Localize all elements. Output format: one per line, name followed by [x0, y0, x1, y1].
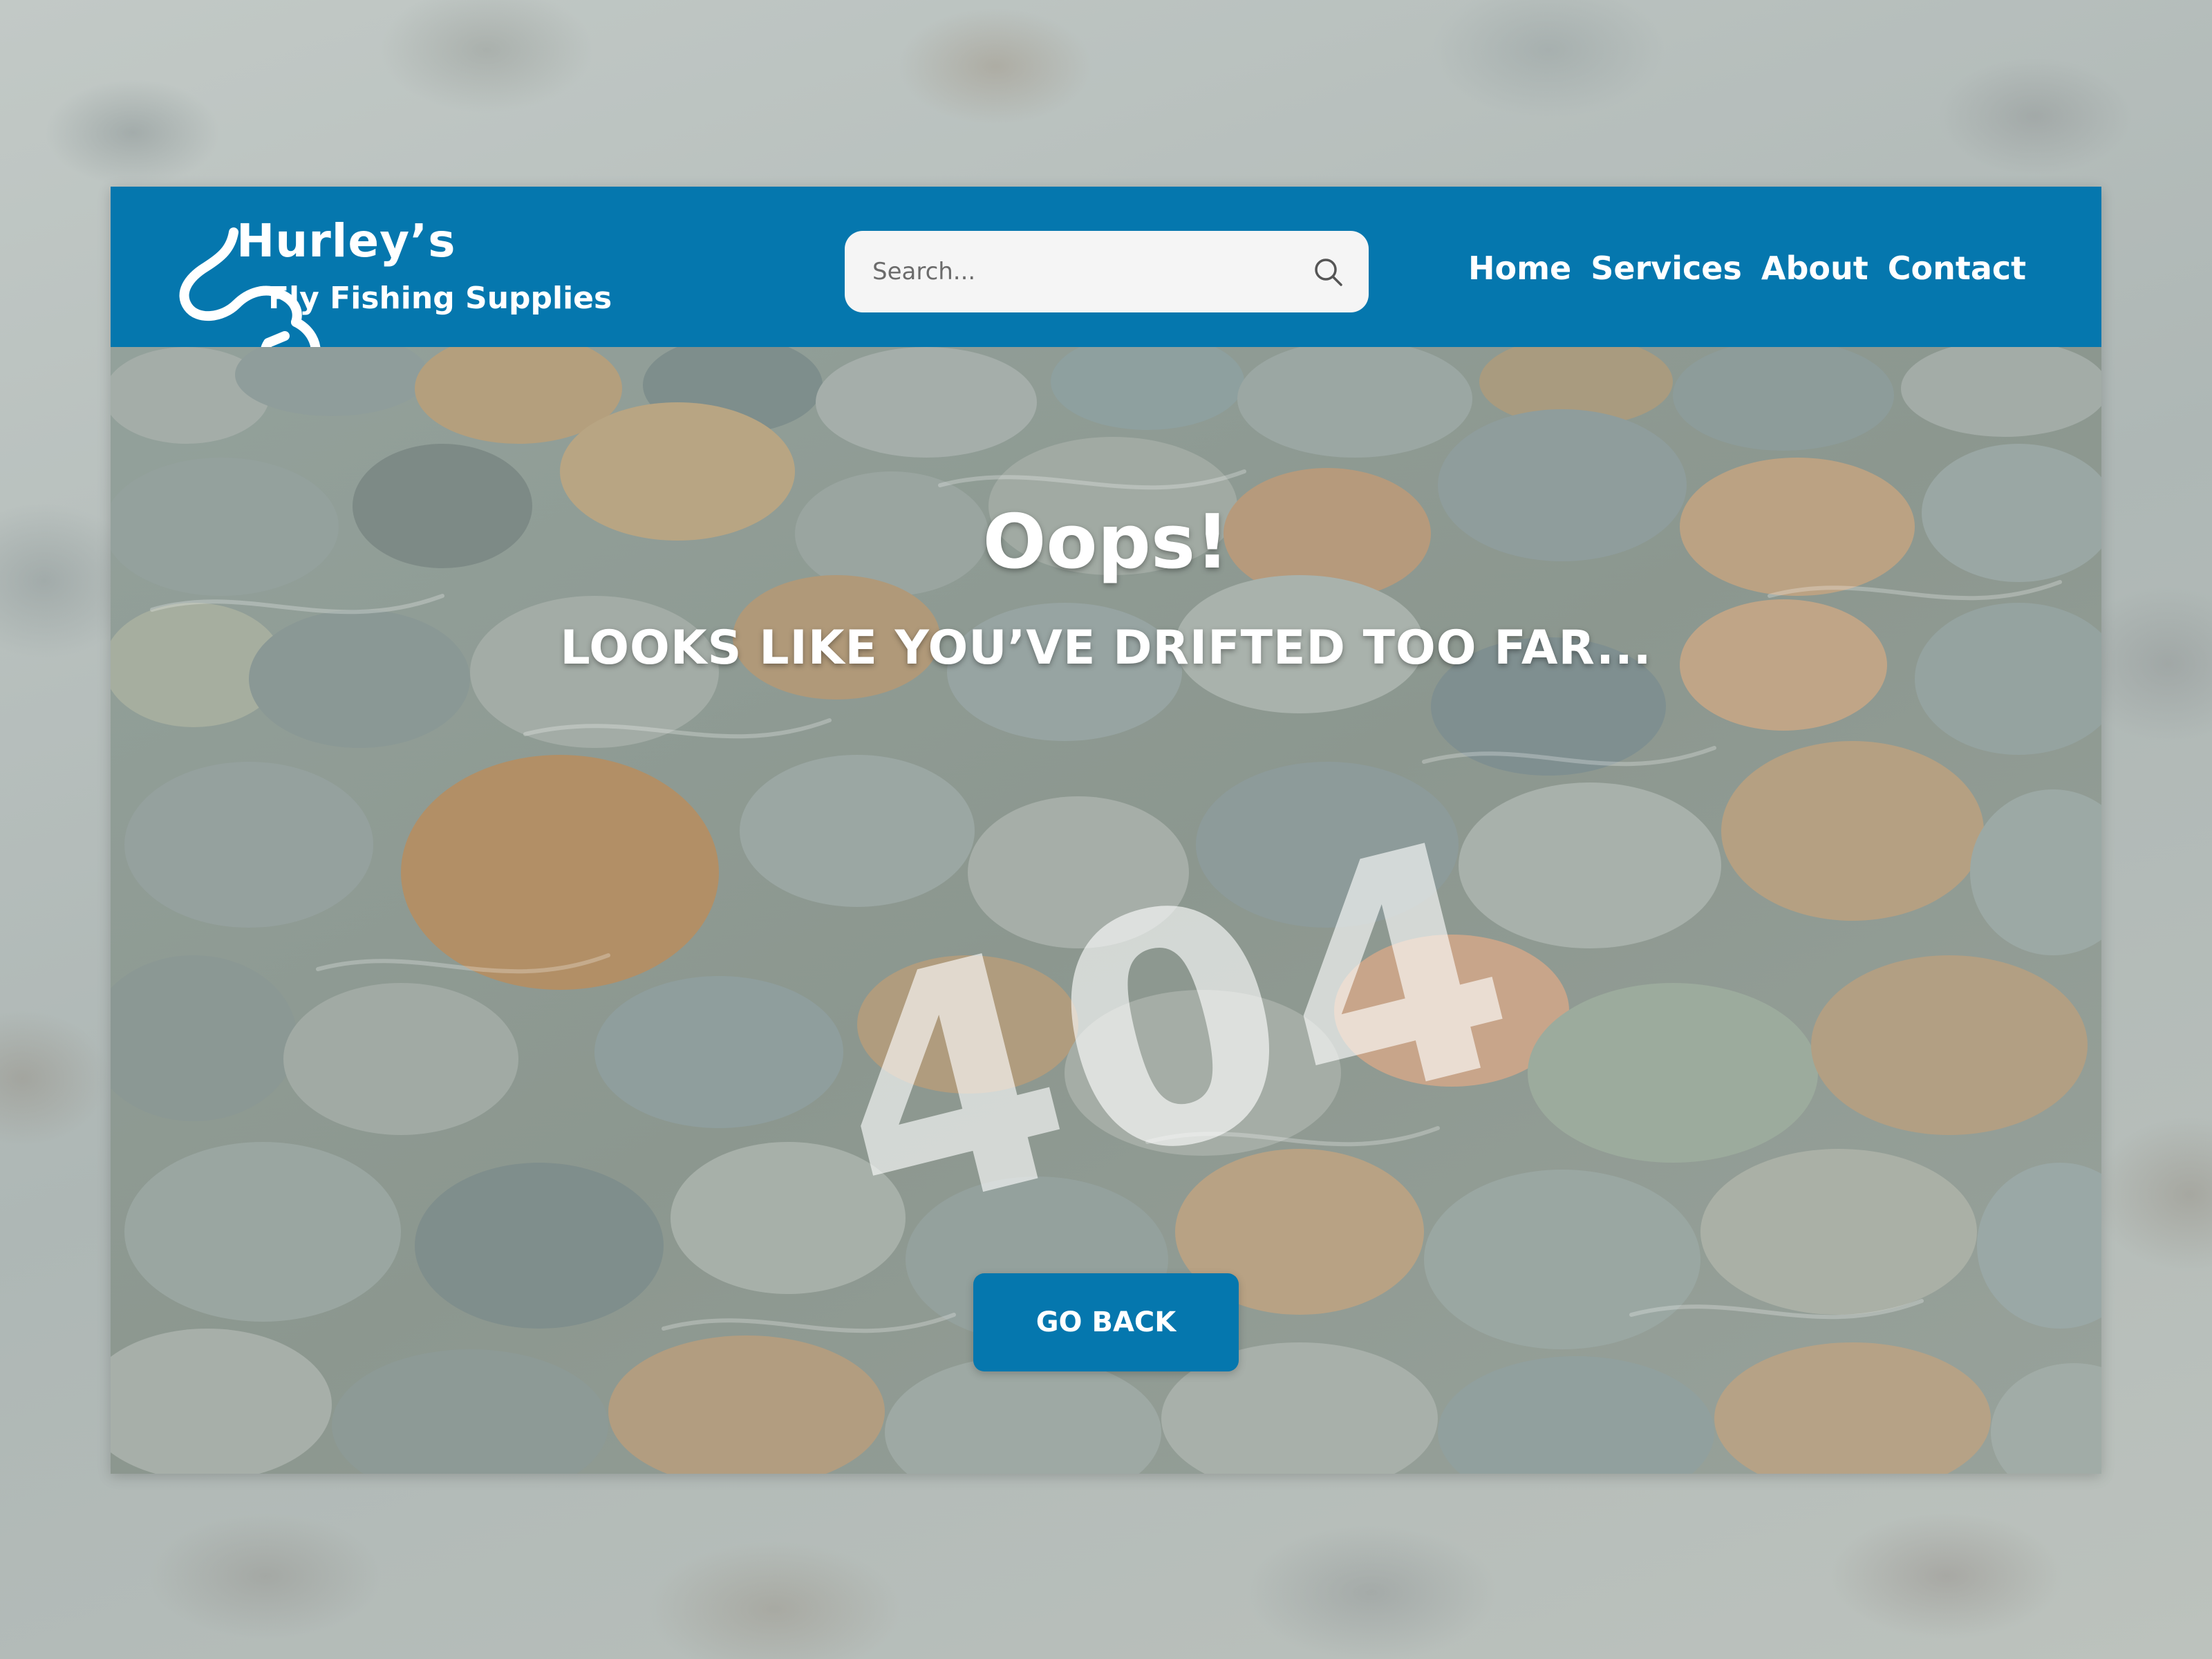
brand-tagline: Fly Fishing Supplies [268, 281, 612, 316]
error-message: LOOKS LIKE YOU’VE DRIFTED TOO FAR... [560, 621, 1652, 675]
brand-name: Hurley’s [236, 214, 456, 268]
search-bar [845, 231, 1369, 312]
nav-about[interactable]: About [1761, 250, 1868, 287]
page-card: Hurley’s Fly Fishing Supplies Home Servi… [111, 187, 2101, 1474]
error-heading: Oops! [982, 499, 1230, 585]
error-hero: Oops! LOOKS LIKE YOU’VE DRIFTED TOO FAR.… [111, 347, 2101, 1474]
go-back-button[interactable]: GO BACK [973, 1273, 1239, 1371]
site-header: Hurley’s Fly Fishing Supplies Home Servi… [111, 187, 2101, 382]
search-icon[interactable] [1312, 256, 1345, 289]
main-nav: Home Services About Contact [1468, 241, 2026, 296]
search-input[interactable] [872, 231, 1287, 312]
nav-contact[interactable]: Contact [1888, 250, 2026, 287]
nav-services[interactable]: Services [1591, 250, 1742, 287]
nav-home[interactable]: Home [1468, 250, 1571, 287]
